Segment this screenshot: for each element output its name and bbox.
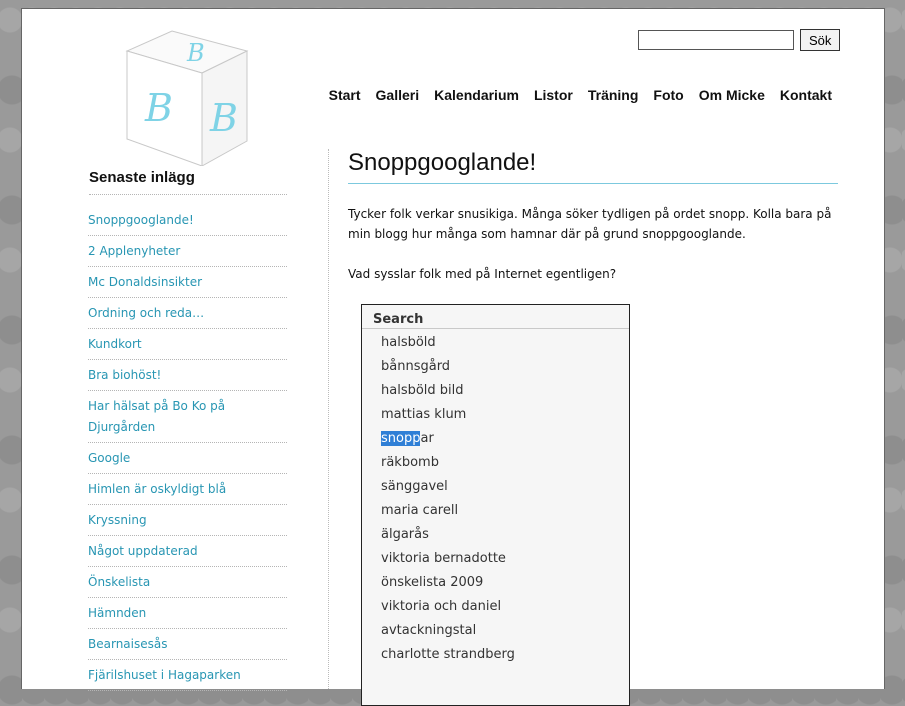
post-link[interactable]: Har hälsat på Bo Ko på Djurgården [88, 399, 225, 434]
post-link[interactable]: Önskelista [88, 575, 150, 589]
list-item: Bra biohöst! [88, 360, 287, 391]
nav-foto[interactable]: Foto [653, 87, 683, 103]
search-term: viktoria bernadotte [381, 551, 506, 566]
post-link[interactable]: Hämnden [88, 606, 146, 620]
post-paragraph-2: Vad sysslar folk med på Internet egentli… [348, 267, 617, 281]
nav-galleri[interactable]: Galleri [376, 87, 420, 103]
search-term: viktoria och daniel [381, 599, 502, 614]
nav-kontakt[interactable]: Kontakt [780, 87, 832, 103]
post-link[interactable]: Fjärilshuset i Hagaparken [88, 668, 241, 682]
post-link[interactable]: Bearnaisesås [88, 637, 167, 651]
search-term-highlighted: snoppar [381, 427, 629, 451]
list-item: Mc Donaldsinsikter [88, 267, 287, 298]
nav-start[interactable]: Start [329, 87, 361, 103]
post-link[interactable]: Google [88, 451, 130, 465]
search-term: bånnsgård [381, 359, 451, 374]
list-item: Har hälsat på Bo Ko på Djurgården [88, 391, 287, 443]
post-link[interactable]: Kryssning [88, 513, 147, 527]
post-link[interactable]: Snoppgooglande! [88, 213, 194, 227]
list-item: Himlen är oskyldigt blå [88, 474, 287, 505]
nav-kalendarium[interactable]: Kalendarium [434, 87, 519, 103]
post-link[interactable]: Himlen är oskyldigt blå [88, 482, 226, 496]
logo-letter-left: B [144, 86, 173, 130]
logo-letter-right: B [209, 96, 238, 140]
post-link[interactable]: Kundkort [88, 337, 142, 351]
nav-listor[interactable]: Listor [534, 87, 573, 103]
post-content: Snoppgooglande! Tycker folk verkar snusi… [348, 149, 838, 706]
post-paragraph-1: Tycker folk verkar snusikiga. Många söke… [348, 207, 832, 241]
search-input[interactable] [638, 30, 794, 50]
search-term: halsböld bild [381, 383, 464, 398]
post-link[interactable]: Mc Donaldsinsikter [88, 275, 202, 289]
search-term: räkbomb [381, 455, 439, 470]
list-item: 2 Applenyheter [88, 236, 287, 267]
sidebar-heading: Senaste inlägg [89, 169, 287, 195]
list-item: Något uppdaterad [88, 536, 287, 567]
recent-posts-list: Snoppgooglande! 2 Applenyheter Mc Donald… [88, 205, 287, 691]
search-term: charlotte strandberg [381, 647, 515, 662]
search-term: älgarås [381, 527, 429, 542]
post-link[interactable]: Bra biohöst! [88, 368, 161, 382]
nav-traning[interactable]: Träning [588, 87, 639, 103]
search-terms-screenshot: Search halsböld bånnsgård halsböld bild … [361, 304, 630, 706]
post-link[interactable]: Något uppdaterad [88, 544, 198, 558]
post-link[interactable]: 2 Applenyheter [88, 244, 180, 258]
search-button[interactable]: Sök [800, 29, 841, 51]
highlighted-text: snopp [381, 431, 421, 446]
list-item: Hämnden [88, 598, 287, 629]
unhighlighted-text: ar [420, 431, 434, 446]
post-title: Snoppgooglande! [348, 149, 838, 184]
search-term: mattias klum [381, 407, 467, 422]
column-divider [328, 149, 329, 689]
main-nav: Start Galleri Kalendarium Listor Träning… [329, 87, 832, 103]
list-item: Google [88, 443, 287, 474]
list-item: Kundkort [88, 329, 287, 360]
logo-letter-top: B [186, 39, 205, 67]
site-search: Sök [638, 29, 841, 51]
list-item: Snoppgooglande! [88, 205, 287, 236]
search-term: sänggavel [381, 479, 448, 494]
search-terms-list: halsböld bånnsgård halsböld bild mattias… [362, 329, 629, 667]
list-item: Ordning och reda… [88, 298, 287, 329]
list-item: Kryssning [88, 505, 287, 536]
search-term: maria carell [381, 503, 459, 518]
post-link[interactable]: Ordning och reda… [88, 306, 204, 320]
list-item: Bearnaisesås [88, 629, 287, 660]
sidebar: Senaste inlägg Snoppgooglande! 2 Appleny… [88, 169, 287, 691]
search-term: önskelista 2009 [381, 575, 484, 590]
search-terms-heading: Search [362, 305, 629, 329]
search-term: halsböld [381, 335, 436, 350]
logo-cube[interactable]: B B B [117, 21, 257, 166]
nav-om-micke[interactable]: Om Micke [699, 87, 765, 103]
page-container: B B B Sök Start Galleri Kalendarium List… [21, 8, 885, 706]
search-term: avtackningstal [381, 623, 477, 638]
list-item: Önskelista [88, 567, 287, 598]
